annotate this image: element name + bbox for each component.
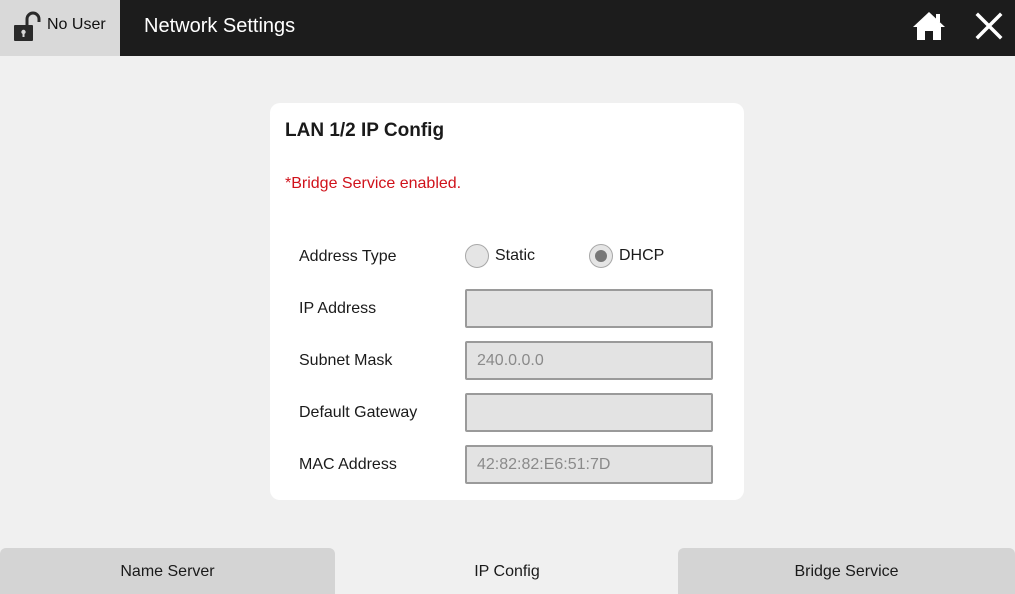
tab-name-server[interactable]: Name Server xyxy=(0,548,335,594)
tab-bridge-service[interactable]: Bridge Service xyxy=(678,548,1015,594)
default-gateway-label: Default Gateway xyxy=(299,404,418,421)
dhcp-radio-label: DHCP xyxy=(619,247,665,264)
default-gateway-field[interactable] xyxy=(465,393,713,432)
static-radio[interactable] xyxy=(465,244,489,268)
top-bar: No User Network Settings xyxy=(0,0,1015,56)
mac-address-label: MAC Address xyxy=(299,456,397,473)
bridge-service-notice: *Bridge Service enabled. xyxy=(285,175,462,192)
address-type-label: Address Type xyxy=(299,248,397,265)
user-login-button[interactable]: No User xyxy=(0,0,120,56)
page-title: Network Settings xyxy=(144,15,296,37)
subnet-mask-label: Subnet Mask xyxy=(299,352,393,369)
close-icon[interactable] xyxy=(975,12,1003,40)
home-icon[interactable] xyxy=(911,10,947,42)
user-label: No User xyxy=(47,16,106,33)
dhcp-radio[interactable] xyxy=(589,244,613,268)
ip-address-field[interactable] xyxy=(465,289,713,328)
static-radio-label: Static xyxy=(495,247,536,264)
subnet-mask-field[interactable]: 240.0.0.0 xyxy=(465,341,713,380)
tab-ip-config[interactable]: IP Config xyxy=(337,548,677,594)
unlocked-padlock-icon xyxy=(14,11,41,41)
ip-config-card: LAN 1/2 IP Config *Bridge Service enable… xyxy=(270,103,744,500)
ip-address-label: IP Address xyxy=(299,300,377,317)
mac-address-field[interactable]: 42:82:82:E6:51:7D xyxy=(465,445,713,484)
card-title: LAN 1/2 IP Config xyxy=(285,120,445,141)
